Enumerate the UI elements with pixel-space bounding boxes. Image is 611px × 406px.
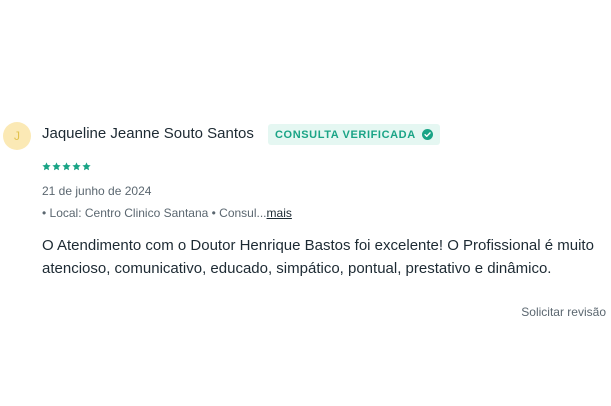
star-rating xyxy=(42,162,91,171)
reviewer-name: Jaqueline Jeanne Souto Santos xyxy=(42,125,254,142)
review-location: • Local: Centro Clinico Santana • Consul… xyxy=(42,206,292,220)
star-icon xyxy=(62,162,71,171)
more-link[interactable]: mais xyxy=(267,206,292,220)
review-date: 21 de junho de 2024 xyxy=(42,184,152,198)
review-comment: O Atendimento com o Doutor Henrique Bast… xyxy=(42,237,594,277)
review-card: J Jaqueline Jeanne Souto Santos CONSULTA… xyxy=(0,118,611,328)
location-text: • Local: Centro Clinico Santana • Consul… xyxy=(42,206,267,220)
star-icon xyxy=(72,162,81,171)
avatar: J xyxy=(3,122,31,150)
verified-badge-label: CONSULTA VERIFICADA xyxy=(275,128,416,141)
check-circle-icon xyxy=(421,129,433,140)
request-revision-link[interactable]: Solicitar revisão xyxy=(521,305,606,319)
star-icon xyxy=(82,162,91,171)
verified-badge: CONSULTA VERIFICADA xyxy=(268,124,440,145)
star-icon xyxy=(52,162,61,171)
star-icon xyxy=(42,162,51,171)
